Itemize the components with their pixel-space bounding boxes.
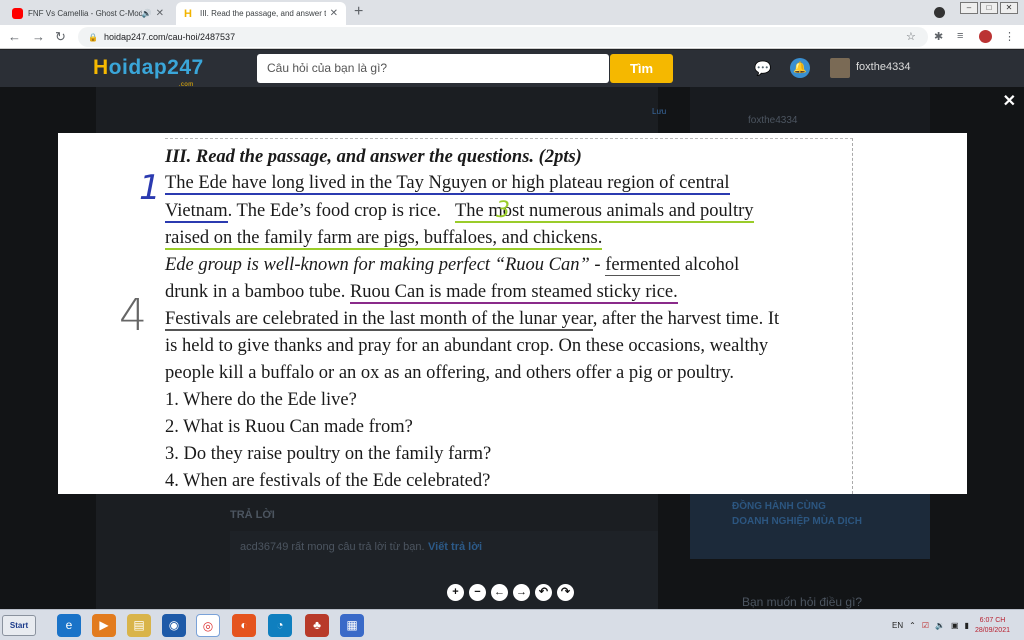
browser-toolbar: ← → ↻ 🔒 hoidap247.com/cau-hoi/2487537 ☆ … bbox=[0, 25, 1024, 49]
image-viewer-controls: + − ← → ↶ ↷ bbox=[447, 584, 574, 601]
site-header: Hoidap247.com Câu hỏi của bạn là gì? Tìm… bbox=[0, 50, 1024, 88]
power-icon[interactable]: ▮ bbox=[965, 621, 969, 630]
request-text: acd36749 rất mong câu trả lời từ bạn. bbox=[240, 541, 425, 553]
speaker-icon[interactable]: 🔊 bbox=[142, 9, 152, 18]
tab-hoidap[interactable]: H III. Read the passage, and answer t ✕ bbox=[176, 2, 346, 25]
minimize-button[interactable]: – bbox=[960, 2, 978, 14]
question-line: 2. What is Ruou Can made from? bbox=[165, 417, 413, 437]
passage-line: raised on the family farm are pigs, buff… bbox=[165, 228, 603, 250]
extensions-icon[interactable]: ✱ bbox=[934, 30, 943, 43]
answer-heading: TRẢ LỜI bbox=[230, 509, 275, 521]
passage-line: Ede group is well-known for making perfe… bbox=[165, 255, 740, 276]
close-icon[interactable]: ✕ bbox=[1003, 91, 1016, 111]
hoidap-icon: H bbox=[184, 8, 192, 20]
tray-expand-icon[interactable]: ⌃ bbox=[909, 621, 916, 630]
close-window-button[interactable]: ✕ bbox=[1000, 2, 1018, 14]
image-lightbox: III. Read the passage, and answer the qu… bbox=[58, 133, 967, 494]
window-controls: – □ ✕ bbox=[960, 2, 1018, 14]
handwritten-number: 1 bbox=[139, 168, 161, 208]
close-tab-icon[interactable]: ✕ bbox=[330, 8, 338, 19]
forward-icon[interactable]: → bbox=[32, 29, 45, 44]
game-icon[interactable]: ♣ bbox=[305, 614, 329, 637]
edge-icon[interactable]: ◔ bbox=[268, 614, 292, 637]
volume-icon[interactable]: 🔉 bbox=[935, 621, 945, 630]
previous-icon[interactable]: ← bbox=[491, 584, 508, 601]
dashed-border bbox=[852, 138, 853, 494]
chat-icon[interactable]: 💬 bbox=[753, 58, 773, 78]
back-icon[interactable]: ← bbox=[8, 29, 21, 44]
network-icon[interactable]: ◉ bbox=[162, 614, 186, 637]
question-line: 3. Do they raise poultry on the family f… bbox=[165, 444, 492, 464]
passage-line: Festivals are celebrated in the last mon… bbox=[165, 309, 780, 331]
worksheet-image: III. Read the passage, and answer the qu… bbox=[119, 138, 853, 494]
menu-icon[interactable]: ⋮ bbox=[1004, 30, 1015, 43]
url-text: hoidap247.com/cau-hoi/2487537 bbox=[103, 32, 236, 42]
handwritten-number: 3 bbox=[496, 198, 510, 223]
banner-text: DOANH NGHIỆP MÙA DỊCH bbox=[732, 516, 863, 527]
passage-line: drunk in a bamboo tube. Ruou Can is made… bbox=[165, 282, 678, 304]
clock[interactable]: 6:07 CH 28/09/2021 bbox=[975, 616, 1010, 636]
passage-line: is held to give thanks and pray for an a… bbox=[165, 336, 769, 356]
media-icon[interactable]: ≡ bbox=[957, 30, 963, 42]
browser-tab-strip: FNF Vs Camellia - Ghost C-Mod 🔊 ✕ H III.… bbox=[0, 0, 1024, 25]
lock-icon: 🔒 bbox=[88, 32, 98, 42]
new-tab-button[interactable]: + bbox=[354, 3, 363, 21]
network-tray-icon[interactable]: ▣ bbox=[951, 621, 959, 630]
passage-line: people kill a buffalo or an ox as an off… bbox=[165, 363, 735, 383]
youtube-icon bbox=[12, 8, 23, 19]
rotate-right-icon[interactable]: ↷ bbox=[557, 584, 574, 601]
next-icon[interactable]: → bbox=[513, 584, 530, 601]
answer-request-box: acd36749 rất mong câu trả lời từ bạn. Vi… bbox=[230, 531, 658, 609]
reload-icon[interactable]: ↻ bbox=[55, 29, 66, 45]
save-label[interactable]: Lưu bbox=[652, 107, 666, 116]
media-player-icon[interactable]: ▶ bbox=[92, 614, 116, 637]
profile-avatar-icon[interactable] bbox=[979, 30, 992, 43]
ad-banner[interactable]: ĐỒNG HÀNH CÙNG DOANH NGHIỆP MÙA DỊCH bbox=[690, 489, 930, 559]
antivirus-icon[interactable]: ☑ bbox=[922, 621, 929, 630]
search-button[interactable]: Tìm bbox=[610, 54, 673, 83]
profile-menu-icon[interactable] bbox=[934, 7, 945, 18]
start-button[interactable]: Start bbox=[2, 615, 36, 636]
worksheet-heading: III. Read the passage, and answer the qu… bbox=[165, 147, 582, 167]
dashed-border bbox=[165, 138, 853, 139]
notification-bell-icon[interactable]: 🔔 bbox=[790, 58, 810, 78]
clock-time: 6:07 CH bbox=[979, 616, 1006, 624]
handwritten-number: 4 bbox=[119, 290, 147, 341]
maximize-button[interactable]: □ bbox=[980, 2, 998, 14]
tab-title: FNF Vs Camellia - Ghost C-Mod bbox=[28, 9, 142, 18]
address-bar[interactable]: 🔒 hoidap247.com/cau-hoi/2487537 bbox=[78, 27, 928, 47]
rotate-left-icon[interactable]: ↶ bbox=[535, 584, 552, 601]
ask-prompt: Bạn muốn hỏi điều gì? bbox=[742, 595, 863, 609]
bookmark-star-icon[interactable]: ☆ bbox=[906, 30, 916, 43]
zoom-in-icon[interactable]: + bbox=[447, 584, 464, 601]
tab-title: III. Read the passage, and answer t bbox=[200, 9, 326, 18]
avatar[interactable] bbox=[830, 58, 850, 78]
windows-taskbar: Start e ▶ ▤ ◉ ◎ ◐ ◔ ♣ ▦ EN ⌃ ☑ 🔉 ▣ ▮ 6:0… bbox=[0, 609, 1024, 640]
passage-line: The Ede have long lived in the Tay Nguye… bbox=[165, 173, 730, 195]
banner-text: ĐỒNG HÀNH CÙNG bbox=[732, 501, 826, 512]
chrome-icon[interactable]: ◎ bbox=[196, 614, 220, 637]
file-explorer-icon[interactable]: ▤ bbox=[127, 614, 151, 637]
search-input[interactable]: Câu hỏi của bạn là gì? bbox=[257, 54, 609, 83]
site-logo[interactable]: Hoidap247.com bbox=[93, 56, 203, 88]
username[interactable]: foxthe4334 bbox=[856, 61, 910, 73]
language-indicator[interactable]: EN bbox=[892, 621, 903, 630]
question-line: 1. Where do the Ede live? bbox=[165, 390, 357, 410]
ie-icon[interactable]: e bbox=[57, 614, 81, 637]
close-tab-icon[interactable]: ✕ bbox=[156, 8, 164, 19]
app-icon[interactable]: ▦ bbox=[340, 614, 364, 637]
system-tray: EN ⌃ ☑ 🔉 ▣ ▮ 6:07 CH 28/09/2021 bbox=[892, 610, 1024, 640]
zoom-out-icon[interactable]: − bbox=[469, 584, 486, 601]
question-line: 4. When are festivals of the Ede celebra… bbox=[165, 471, 491, 491]
clock-date: 28/09/2021 bbox=[974, 626, 1010, 634]
sidebar-username: foxthe4334 bbox=[748, 115, 798, 126]
write-answer-link[interactable]: Viết trả lời bbox=[428, 541, 482, 553]
passage-line: Vietnam. The Ede’s food crop is rice. The… bbox=[165, 201, 754, 223]
tab-youtube[interactable]: FNF Vs Camellia - Ghost C-Mod 🔊 ✕ bbox=[4, 2, 172, 25]
firefox-icon[interactable]: ◐ bbox=[232, 614, 256, 637]
